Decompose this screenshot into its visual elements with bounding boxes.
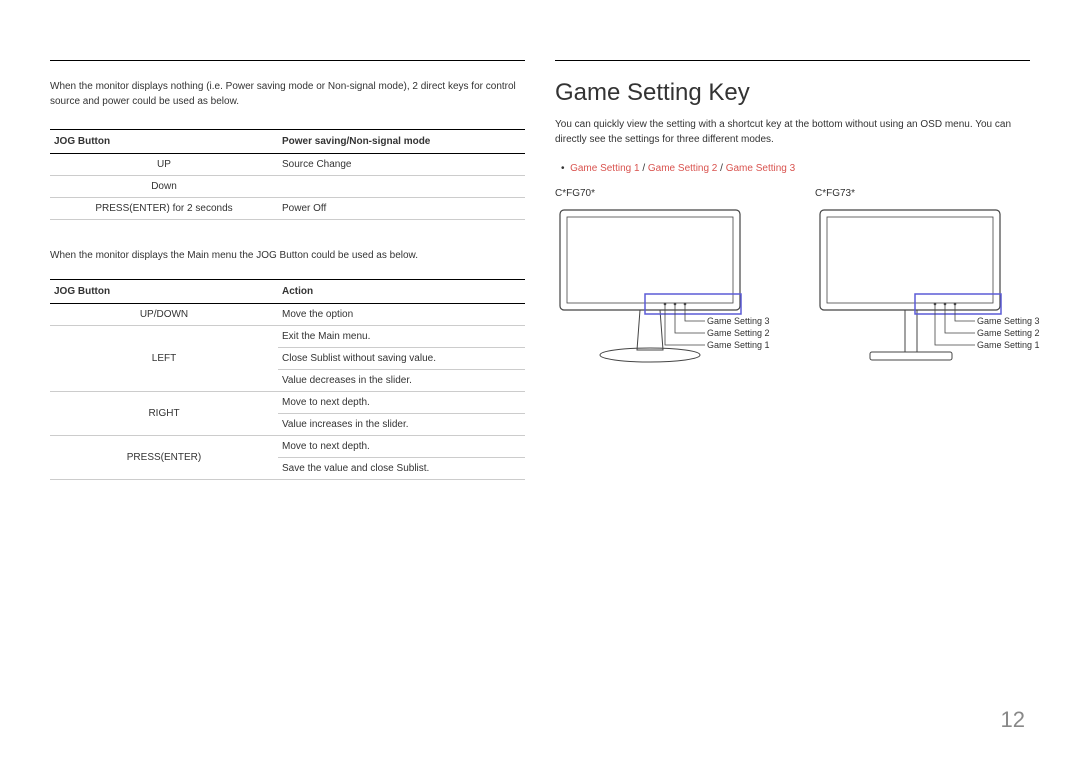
model-label-0: C*FG70* (555, 188, 785, 199)
table-row: Down (50, 176, 525, 198)
game-setting-bullet: • Game Setting 1 / Game Setting 2 / Game… (561, 163, 1030, 174)
section-desc: You can quickly view the setting with a … (555, 117, 1030, 147)
table-row: PRESS(ENTER)Move to next depth. (50, 436, 525, 458)
table-row: RIGHTMove to next depth. (50, 392, 525, 414)
model-label-1: C*FG73* (815, 188, 1045, 199)
table1-head-1: Power saving/Non-signal mode (278, 130, 525, 154)
jog-table-mainmenu: JOG Button Action UP/DOWNMove the option… (50, 279, 525, 480)
section-title: Game Setting Key (555, 79, 1030, 107)
table-row: UP/DOWNMove the option (50, 304, 525, 326)
table2-head-1: Action (278, 280, 525, 304)
page-number: 12 (1001, 707, 1025, 733)
table-row: UP Source Change (50, 154, 525, 176)
jog-table-powermode: JOG Button Power saving/Non-signal mode … (50, 129, 525, 220)
callout-g1: Game Setting 1 (977, 339, 1040, 353)
between-text: When the monitor displays the Main menu … (50, 248, 525, 263)
table-row: PRESS(ENTER) for 2 seconds Power Off (50, 198, 525, 220)
table-row: LEFTExit the Main menu. (50, 326, 525, 348)
monitor-diagram-1: Game Setting 3 Game Setting 2 Game Setti… (815, 205, 1045, 385)
table1-head-0: JOG Button (50, 130, 278, 154)
monitor-diagram-0: Game Setting 3 Game Setting 2 Game Setti… (555, 205, 785, 385)
intro-text-left: When the monitor displays nothing (i.e. … (50, 79, 525, 109)
callout-g1: Game Setting 1 (707, 339, 770, 353)
table2-head-0: JOG Button (50, 280, 278, 304)
